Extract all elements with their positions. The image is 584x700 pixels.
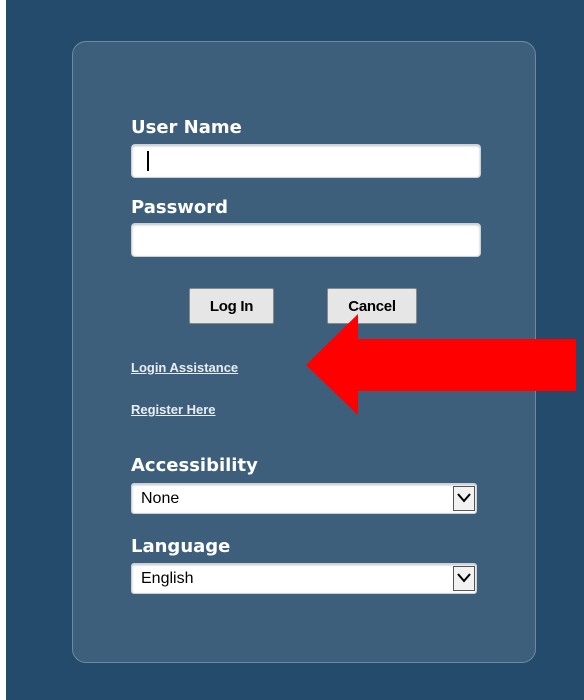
- username-label: User Name: [131, 117, 242, 138]
- text-cursor: [147, 151, 149, 171]
- accessibility-selected-value: None: [141, 490, 180, 507]
- username-input[interactable]: [131, 144, 481, 178]
- language-selected-value: English: [141, 570, 194, 587]
- login-button[interactable]: Log In: [189, 288, 274, 324]
- chevron-down-icon[interactable]: [453, 486, 475, 511]
- accessibility-select[interactable]: None: [131, 483, 477, 514]
- register-here-link[interactable]: Register Here: [131, 402, 216, 417]
- password-input[interactable]: [131, 223, 481, 257]
- password-label: Password: [131, 197, 229, 218]
- accessibility-label: Accessibility: [131, 455, 258, 476]
- login-assistance-link[interactable]: Login Assistance: [131, 360, 238, 375]
- language-label: Language: [131, 536, 231, 557]
- language-select[interactable]: English: [131, 563, 477, 594]
- chevron-down-icon[interactable]: [453, 566, 475, 591]
- red-pointer-arrow-icon: [306, 314, 576, 415]
